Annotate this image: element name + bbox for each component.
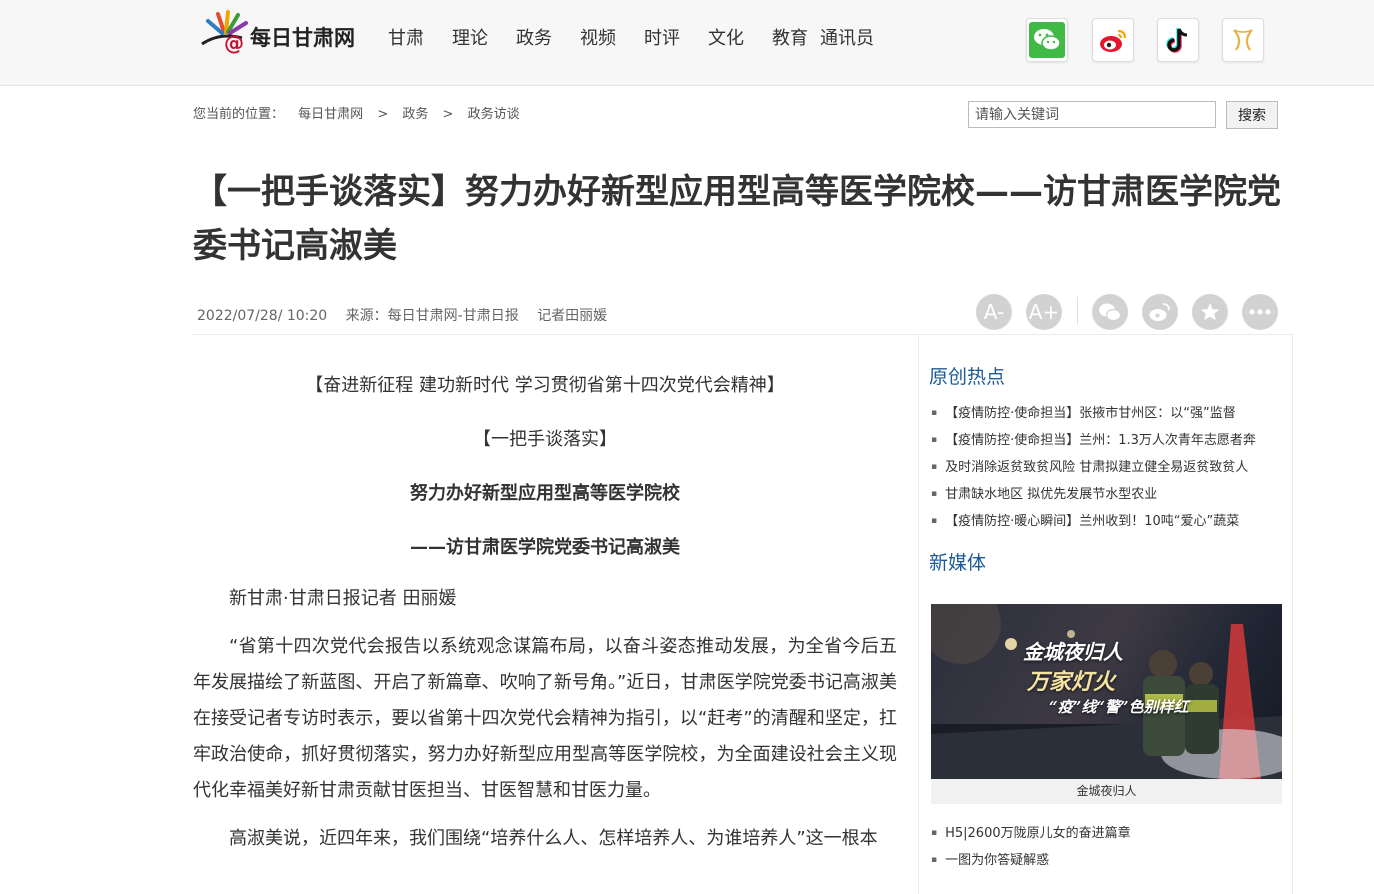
weibo-button[interactable] xyxy=(1092,18,1134,62)
poster-title: 金城夜归人 xyxy=(1023,640,1123,664)
svg-text:@: @ xyxy=(224,31,244,54)
hot-topics-title: 原创热点 xyxy=(929,366,1006,388)
douyin-icon xyxy=(1166,28,1188,53)
nav-commentary[interactable]: 时评 xyxy=(644,24,680,50)
breadcrumb-interviews[interactable]: 政务访谈 xyxy=(468,107,520,122)
article-source: 来源：每日甘肃网-甘肃日报 xyxy=(345,308,519,324)
wechat-icon xyxy=(1029,22,1065,58)
poster-tagline: “疫”线“警”色别样红 xyxy=(1049,698,1189,716)
more-dots-icon xyxy=(1249,309,1271,315)
media-image[interactable]: 金城夜归人 万家灯火 “疫”线“警”色别样红 xyxy=(931,604,1282,779)
weibo-icon xyxy=(1149,303,1170,321)
article-byline: 新甘肃·甘肃日报记者 田丽媛 xyxy=(229,588,457,609)
article-paragraph: “省第十四次党代会报告以系统观念谋篇布局，以奋斗姿态推动发展，为全省今后五年发展… xyxy=(193,636,897,801)
list-item[interactable]: H5|2600万陇原儿女的奋进篇章 xyxy=(931,821,1131,848)
font-increase-icon: A+ xyxy=(1028,300,1060,324)
search-button[interactable]: 搜索 xyxy=(1226,101,1278,129)
share-weibo-button[interactable] xyxy=(1142,294,1178,330)
top-header: @ 每日甘肃网 甘肃 理论 政务 视频 时评 文化 教育 通讯员 xyxy=(0,0,1374,86)
site-logo[interactable]: @ 每日甘肃网 xyxy=(198,10,368,54)
publish-datetime: 2022/07/28/ 10:20 xyxy=(197,308,328,324)
font-increase-button[interactable]: A+ xyxy=(1026,294,1062,330)
poster-subtitle: 万家灯火 xyxy=(1027,669,1116,695)
nav-government[interactable]: 政务 xyxy=(516,24,552,50)
article-subtitle-1: 努力办好新型应用型高等医学院校 xyxy=(410,483,680,504)
breadcrumb-separator: > xyxy=(442,107,454,122)
new-media-list: H5|2600万陇原儿女的奋进篇章 一图为你答疑解惑 xyxy=(931,821,1131,875)
star-icon xyxy=(1200,303,1220,321)
site-name: 每日甘肃网 xyxy=(250,26,355,50)
font-decrease-icon: A- xyxy=(983,300,1005,324)
new-media-title: 新媒体 xyxy=(929,552,987,574)
nav-gansu[interactable]: 甘肃 xyxy=(388,24,424,50)
article-reporter: 记者田丽媛 xyxy=(537,308,608,324)
list-item[interactable]: 【疫情防控·使命担当】张掖市甘州区：以“强”监督 xyxy=(931,401,1256,428)
toolbar-divider xyxy=(1077,297,1078,325)
nav-theory[interactable]: 理论 xyxy=(452,24,488,50)
nav-education[interactable]: 教育 xyxy=(772,24,808,50)
article-lead-1: 【奋进新征程 建功新时代 学习贯彻省第十四次党代会精神】 xyxy=(305,375,785,396)
list-item[interactable]: 【疫情防控·使命担当】兰州：1.3万人次青年志愿者奔 xyxy=(931,428,1256,455)
douyin-button[interactable] xyxy=(1157,18,1199,62)
nav-culture[interactable]: 文化 xyxy=(708,24,744,50)
app-icon xyxy=(1233,29,1253,51)
article-title: 【一把手谈落实】努力办好新型应用型高等医学院校——访甘肃医学院党委书记高淑美 xyxy=(193,172,1281,266)
media-card[interactable]: 金城夜归人 万家灯火 “疫”线“警”色别样红 金城夜归人 xyxy=(931,604,1282,804)
breadcrumb-prefix: 您当前的位置： xyxy=(193,107,285,122)
hot-topics-list: 【疫情防控·使命担当】张掖市甘州区：以“强”监督 【疫情防控·使命担当】兰州：1… xyxy=(931,401,1256,536)
share-wechat-button[interactable] xyxy=(1092,294,1128,330)
breadcrumb: 您当前的位置： 每日甘肃网 > 政务 > 政务访谈 xyxy=(193,103,530,122)
nav-video[interactable]: 视频 xyxy=(580,24,616,50)
weibo-icon xyxy=(1100,29,1127,52)
wechat-icon xyxy=(1099,303,1122,322)
main-nav: 甘肃 理论 政务 视频 时评 文化 教育 通讯员 xyxy=(388,24,902,50)
article-subtitle-2: ——访甘肃医学院党委书记高淑美 xyxy=(410,537,680,558)
logo-mark-icon: @ xyxy=(201,10,248,54)
list-item[interactable]: 一图为你答疑解惑 xyxy=(931,848,1131,875)
favorite-button[interactable] xyxy=(1192,294,1228,330)
list-item[interactable]: 【疫情防控·暖心瞬间】兰州收到！10吨“爱心”蔬菜 xyxy=(931,509,1256,536)
media-caption: 金城夜归人 xyxy=(1076,784,1137,798)
breadcrumb-government[interactable]: 政务 xyxy=(402,107,428,122)
article-lead-2: 【一把手谈落实】 xyxy=(473,429,617,450)
font-decrease-button[interactable]: A- xyxy=(976,294,1012,330)
app-button[interactable] xyxy=(1222,18,1264,62)
more-button[interactable] xyxy=(1242,294,1278,330)
breadcrumb-separator: > xyxy=(377,107,389,122)
article-paragraph: 高淑美说，近四年来，我们围绕“培养什么人、怎样培养人、为谁培养人”这一根本 xyxy=(229,828,878,849)
list-item[interactable]: 甘肃缺水地区 拟优先发展节水型农业 xyxy=(931,482,1256,509)
article-body: 【奋进新征程 建功新时代 学习贯彻省第十四次党代会精神】 【一把手谈落实】 努力… xyxy=(193,365,897,869)
wechat-button[interactable] xyxy=(1026,18,1068,62)
search-input[interactable] xyxy=(968,101,1216,128)
article-meta: 2022/07/28/ 10:20 来源：每日甘肃网-甘肃日报 记者田丽媛 xyxy=(197,305,621,325)
nav-correspondent[interactable]: 通讯员 xyxy=(820,24,874,50)
breadcrumb-home[interactable]: 每日甘肃网 xyxy=(298,107,363,122)
list-item[interactable]: 及时消除返贫致贫风险 甘肃拟建立健全易返贫致贫人 xyxy=(931,455,1256,482)
